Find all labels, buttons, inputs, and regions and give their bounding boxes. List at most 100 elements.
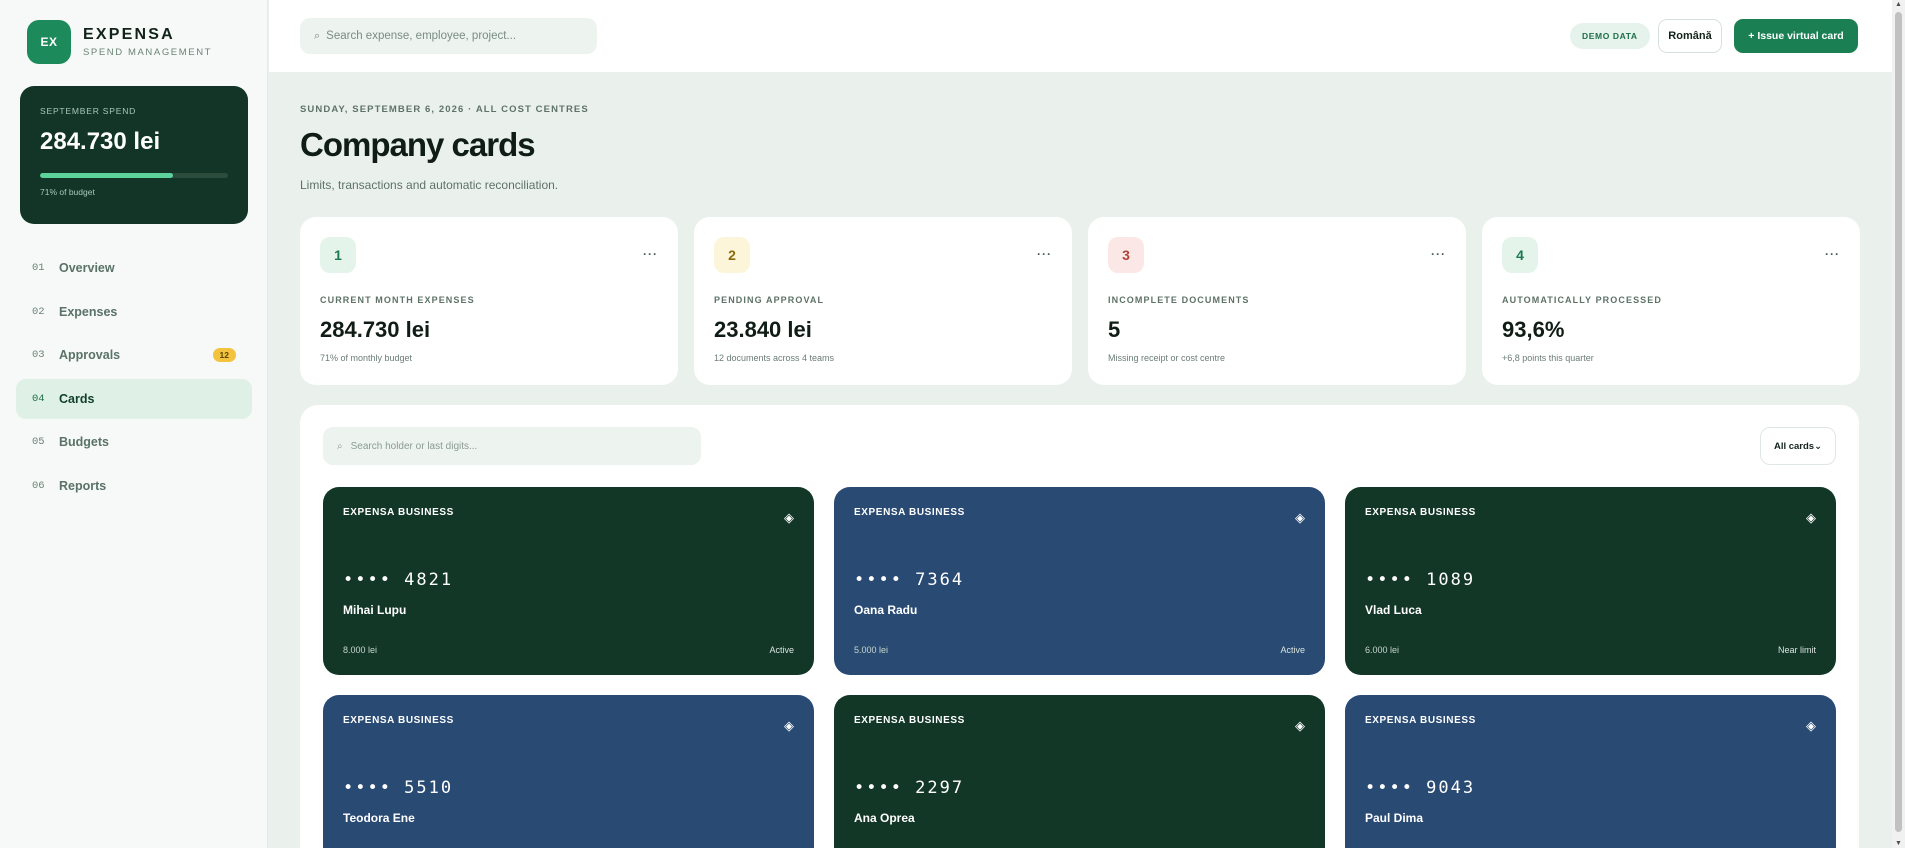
card-brand: EXPENSA BUSINESS	[854, 507, 965, 518]
card-number: •••• 9043	[1365, 778, 1476, 798]
sidebar-item-approvals[interactable]: 03 Approvals 12	[16, 335, 252, 375]
stat-number-badge: 4	[1502, 237, 1538, 273]
sidebar-item-label: Approvals	[59, 348, 121, 363]
scroll-down-arrow-icon[interactable]: ▼	[1894, 840, 1903, 847]
stat-label: AUTOMATICALLY PROCESSED	[1502, 295, 1662, 305]
card-chip-icon: ◈	[784, 718, 794, 733]
card-chip-icon: ◈	[1295, 510, 1305, 525]
sidebar-item-number: 04	[32, 392, 45, 405]
stat-card: 1 ··· CURRENT MONTH EXPENSES 284.730 lei 71%…	[300, 217, 678, 385]
stat-number-badge: 1	[320, 237, 356, 273]
company-card[interactable]: EXPENSA BUSINESS ◈ •••• 5510 Teodora Ene	[323, 695, 814, 848]
stats-row: 1 ··· CURRENT MONTH EXPENSES 284.730 lei 71%…	[300, 217, 1860, 385]
more-options-icon[interactable]: ···	[1825, 247, 1840, 261]
stat-note: +6,8 points this quarter	[1502, 353, 1594, 363]
company-card[interactable]: EXPENSA BUSINESS ◈ •••• 7364 Oana Radu 5.000…	[834, 487, 1325, 675]
stat-note: 71% of monthly budget	[320, 353, 413, 363]
approvals-count-badge: 12	[212, 348, 236, 363]
card-brand: EXPENSA BUSINESS	[343, 507, 454, 518]
issue-virtual-card-button[interactable]: + Issue virtual card	[1734, 19, 1858, 53]
more-options-icon[interactable]: ···	[1431, 247, 1446, 261]
brand-subtitle: SPEND MANAGEMENT	[83, 47, 213, 58]
sidebar-item-number: 01	[32, 262, 45, 274]
sidebar-item-cards[interactable]: 04 Cards	[16, 378, 252, 419]
topbar: ⌕ Search expense, employee, project... D…	[269, 0, 1892, 72]
more-options-icon[interactable]: ···	[643, 247, 658, 261]
card-grid: EXPENSA BUSINESS ◈ •••• 4821 Mihai Lupu 8.00…	[323, 487, 1836, 848]
card-holder: Teodora Ene	[343, 811, 415, 825]
card-holder: Paul Dima	[1365, 811, 1424, 825]
stat-number-badge: 2	[714, 237, 750, 273]
card-brand: EXPENSA BUSINESS	[854, 715, 965, 726]
stat-value: 93,6%	[1502, 317, 1565, 342]
card-status: Active	[1280, 645, 1305, 655]
sidebar-item-reports[interactable]: 06 Reports	[16, 466, 252, 506]
stat-value: 23.840 lei	[714, 317, 812, 342]
card-status: Near limit	[1777, 645, 1816, 655]
stat-label: CURRENT MONTH EXPENSES	[320, 295, 475, 305]
search-placeholder: Search expense, employee, project...	[326, 30, 517, 42]
sidebar-item-overview[interactable]: 01 Overview	[16, 248, 252, 288]
search-input[interactable]: ⌕ Search expense, employee, project...	[300, 18, 597, 54]
card-chip-icon: ◈	[784, 510, 794, 525]
card-chip-icon: ◈	[1806, 510, 1816, 525]
sidebar-item-number: 02	[32, 305, 45, 318]
stat-value: 284.730 lei	[320, 317, 431, 342]
card-brand: EXPENSA BUSINESS	[1365, 715, 1476, 726]
sidebar-item-expenses[interactable]: 02 Expenses	[16, 292, 252, 332]
spend-progress-fill	[40, 173, 174, 178]
sidebar-item-label: Overview	[59, 261, 115, 275]
company-card[interactable]: EXPENSA BUSINESS ◈ •••• 2297 Ana Oprea	[834, 695, 1325, 848]
spend-note: 71% of budget	[40, 187, 95, 197]
stat-card: 4 ··· AUTOMATICALLY PROCESSED 93,6% +6,8 poi…	[1482, 217, 1860, 385]
scrollbar[interactable]: ▲ ▼	[1892, 0, 1905, 848]
sidebar-item-number: 05	[32, 436, 45, 449]
cards-panel: ⌕ Search holder or last digits... All ca…	[300, 405, 1859, 848]
card-brand: EXPENSA BUSINESS	[343, 715, 454, 726]
brand-logo: EX	[27, 20, 71, 64]
demo-data-badge: DEMO DATA	[1570, 23, 1650, 49]
card-limit: 6.000 lei	[1365, 645, 1400, 655]
sidebar-item-budgets[interactable]: 05 Budgets	[16, 422, 252, 462]
stat-value: 5	[1108, 317, 1121, 342]
card-filter-select[interactable]: All cards⌄	[1760, 427, 1836, 465]
company-card[interactable]: EXPENSA BUSINESS ◈ •••• 9043 Paul Dima	[1345, 695, 1836, 848]
card-brand: EXPENSA BUSINESS	[1365, 507, 1476, 518]
spend-label: SEPTEMBER SPEND	[40, 106, 137, 116]
brand-name: EXPENSA	[83, 26, 175, 43]
sidebar-nav: 01 Overview 02 Expenses 03 Approvals 12 04 Cards…	[16, 248, 252, 510]
more-options-icon[interactable]: ···	[1037, 247, 1052, 261]
card-holder: Ana Oprea	[854, 811, 915, 825]
card-number: •••• 1089	[1365, 570, 1476, 590]
card-chip-icon: ◈	[1295, 718, 1305, 733]
card-number: •••• 2297	[854, 778, 965, 798]
card-search-placeholder: Search holder or last digits...	[350, 440, 478, 452]
search-icon: ⌕	[314, 29, 321, 42]
scroll-thumb[interactable]	[1895, 12, 1902, 832]
card-holder: Vlad Luca	[1365, 603, 1422, 617]
sidebar-item-label: Cards	[59, 391, 95, 406]
sidebar-item-number: 03	[32, 349, 45, 362]
sidebar-item-label: Expenses	[59, 304, 118, 319]
language-button[interactable]: Română	[1658, 19, 1722, 53]
stat-card: 3 ··· INCOMPLETE DOCUMENTS 5 Missing receipt…	[1088, 217, 1466, 385]
spend-summary-card: SEPTEMBER SPEND 284.730 lei 71% of budge…	[20, 86, 248, 224]
card-number: •••• 5510	[343, 778, 454, 798]
stat-note: Missing receipt or cost centre	[1108, 353, 1226, 363]
sidebar-item-label: Budgets	[59, 435, 109, 450]
scroll-up-arrow-icon[interactable]: ▲	[1894, 1, 1903, 8]
sidebar-item-number: 06	[32, 479, 45, 492]
card-search-input[interactable]: ⌕ Search holder or last digits...	[323, 427, 701, 465]
sidebar: EX EXPENSA SPEND MANAGEMENT SEPTEMBER SP…	[0, 0, 268, 848]
sidebar-item-label: Reports	[59, 478, 107, 493]
dateline: SUNDAY, SEPTEMBER 6, 2026 · ALL COST CEN…	[300, 104, 589, 115]
company-card[interactable]: EXPENSA BUSINESS ◈ •••• 4821 Mihai Lupu 8.00…	[323, 487, 814, 675]
page-title: Company cards	[300, 126, 536, 163]
card-number: •••• 4821	[343, 570, 454, 590]
brand[interactable]: EX EXPENSA SPEND MANAGEMENT	[27, 20, 212, 64]
search-icon: ⌕	[337, 440, 343, 452]
stat-card: 2 ··· PENDING APPROVAL 23.840 lei 12 documen…	[694, 217, 1072, 385]
card-holder: Oana Radu	[854, 603, 918, 617]
company-card[interactable]: EXPENSA BUSINESS ◈ •••• 1089 Vlad Luca 6.000…	[1345, 487, 1836, 675]
card-limit: 5.000 lei	[854, 645, 889, 655]
